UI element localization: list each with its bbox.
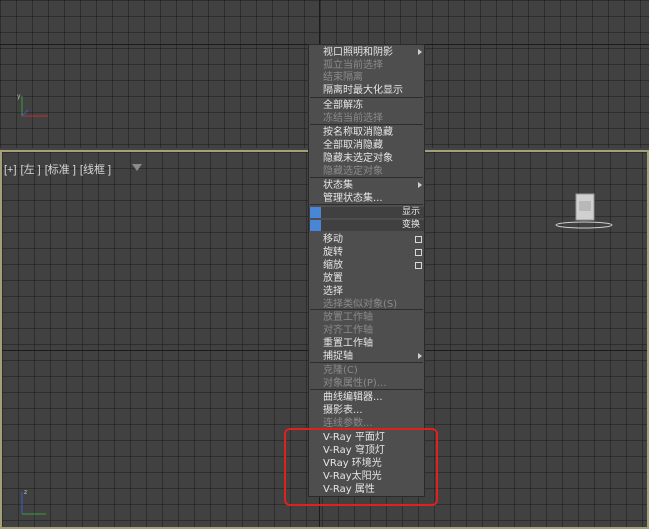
quad-title-label: 变换 <box>401 220 420 230</box>
menu-item-label: 视口照明和阴影 <box>323 47 393 58</box>
menu-item-label: 放置 <box>323 273 343 284</box>
menu-item-label: 状态集 <box>323 180 353 191</box>
menu-item[interactable]: 选择 <box>309 285 424 298</box>
menu-item-label: 移动 <box>323 234 343 245</box>
settings-box-icon[interactable] <box>415 249 422 256</box>
menu-item-label: 克隆(C) <box>323 365 358 376</box>
menu-item-label: 全部取消隐藏 <box>323 140 383 151</box>
menu-item[interactable]: 曲线编辑器... <box>309 391 424 404</box>
quad-title-bar[interactable]: 显示 <box>309 207 424 218</box>
settings-box-icon[interactable] <box>415 262 422 269</box>
menu-separator <box>310 177 423 178</box>
menu-item[interactable]: 缩放 <box>309 259 424 272</box>
menu-item[interactable]: 按名称取消隐藏 <box>309 126 424 139</box>
viewport-label-wireframe[interactable]: [线框 ] <box>80 164 111 176</box>
menu-item-label: 隔离时最大化显示 <box>323 85 403 96</box>
axis-gizmo-icon: y <box>17 93 48 117</box>
quad-indicator-icon <box>310 220 321 231</box>
menu-item[interactable]: 全部取消隐藏 <box>309 139 424 152</box>
menu-item-label: 按名称取消隐藏 <box>323 127 393 138</box>
menu-item[interactable]: 移动 <box>309 233 424 246</box>
svg-text:z: z <box>24 489 27 496</box>
viewport-label-plus[interactable]: [+] <box>4 164 17 176</box>
axis-gizmo-icon: z <box>21 489 46 515</box>
menu-separator <box>310 362 423 363</box>
menu-item[interactable]: 隔离时最大化显示 <box>309 84 424 97</box>
viewport-dropdown-icon[interactable] <box>132 164 142 171</box>
submenu-arrow-icon <box>418 182 422 188</box>
menu-item-label: 结束隔离 <box>323 72 363 83</box>
viewport-label[interactable]: [+] [左 ] [标准 ] [线框 ] <box>4 161 115 177</box>
menu-item-label: 缩放 <box>323 260 343 271</box>
menu-item-label: 对齐工作轴 <box>323 325 373 336</box>
settings-box-icon[interactable] <box>415 236 422 243</box>
menu-item[interactable]: 旋转 <box>309 246 424 259</box>
menu-item[interactable]: 克隆(C) <box>309 364 424 377</box>
menu-item-label: 选择 <box>323 286 343 297</box>
menu-item-label: 摄影表... <box>323 405 363 416</box>
viewport-label-view[interactable]: [左 ] <box>21 164 41 176</box>
quad-title-label: 显示 <box>401 207 420 217</box>
menu-item[interactable]: 放置 <box>309 272 424 285</box>
menu-item[interactable]: 状态集 <box>309 179 424 192</box>
menu-separator <box>310 97 423 98</box>
menu-item[interactable]: 全部解冻 <box>309 99 424 112</box>
menu-item[interactable]: 放置工作轴 <box>309 311 424 324</box>
menu-item[interactable]: 隐藏未选定对象 <box>309 152 424 165</box>
menu-item-label: 曲线编辑器... <box>323 392 383 403</box>
menu-item-label: 隐藏未选定对象 <box>323 153 393 164</box>
menu-separator <box>310 204 423 205</box>
menu-item-label: 全部解冻 <box>323 100 363 111</box>
menu-item-label: 放置工作轴 <box>323 312 373 323</box>
svg-text:y: y <box>17 93 21 100</box>
menu-item[interactable]: 对齐工作轴 <box>309 324 424 337</box>
submenu-arrow-icon <box>418 353 422 359</box>
viewcube-icon[interactable] <box>554 192 614 232</box>
menu-item[interactable]: 重置工作轴 <box>309 337 424 350</box>
submenu-arrow-icon <box>418 49 422 55</box>
menu-separator <box>310 309 423 310</box>
menu-item[interactable]: 摄影表... <box>309 404 424 417</box>
menu-separator <box>310 124 423 125</box>
quad-indicator-icon <box>310 207 321 218</box>
menu-separator <box>310 389 423 390</box>
vray-items-highlight <box>284 428 438 506</box>
viewport-label-shading-std[interactable]: [标准 ] <box>45 164 76 176</box>
menu-item-label: 重置工作轴 <box>323 338 373 349</box>
quad-title-bar[interactable]: 变换 <box>309 220 424 231</box>
menu-item[interactable]: 结束隔离 <box>309 71 424 84</box>
menu-item[interactable]: 视口照明和阴影 <box>309 46 424 59</box>
menu-item-label: 旋转 <box>323 247 343 258</box>
